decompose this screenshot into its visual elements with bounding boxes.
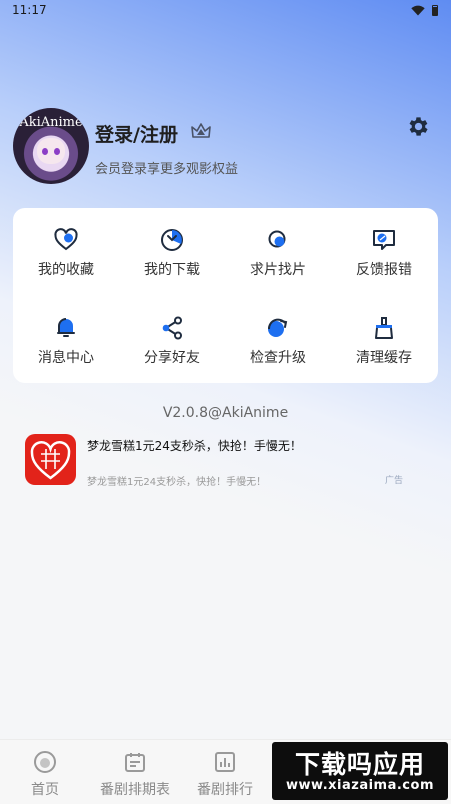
tab-label: 番剧排行 xyxy=(197,782,253,798)
search-icon xyxy=(268,230,286,248)
download-icon xyxy=(161,229,183,251)
bell-icon xyxy=(57,318,75,337)
login-register-link[interactable]: 登录/注册 xyxy=(95,120,178,147)
menu-label: 求片找片 xyxy=(250,262,306,278)
watermark-url: www.xiazaima.com xyxy=(286,778,434,793)
wifi-icon xyxy=(411,5,425,16)
menu-label: 检查升级 xyxy=(250,350,306,366)
menu-item-clear-cache[interactable]: 清理缓存 xyxy=(331,296,437,366)
menu-label: 清理缓存 xyxy=(356,350,412,366)
menu-item-messages[interactable]: 消息中心 xyxy=(13,296,119,366)
menu-item-downloads[interactable]: 我的下载 xyxy=(119,208,225,278)
tab-label: 番剧排期表 xyxy=(100,782,170,798)
upgrade-icon xyxy=(267,318,288,337)
avatar-text: AkiAnime xyxy=(19,115,83,130)
tab-ranking[interactable]: 番剧排行 xyxy=(180,740,270,804)
menu-label: 反馈报错 xyxy=(356,262,412,278)
menu-card: 我的收藏 我的下载 求片找片 反馈报错 消息中心 分享好友 检查升级 清理缓存 xyxy=(13,208,438,383)
ad-title[interactable]: 梦龙雪糕1元24支秒杀，快抢！手慢无！ xyxy=(87,437,302,454)
status-time: 11:17 xyxy=(12,3,47,17)
ranking-icon xyxy=(215,752,235,772)
menu-item-favorites[interactable]: 我的收藏 xyxy=(13,208,119,278)
tab-label: 首页 xyxy=(31,782,59,798)
menu-label: 我的收藏 xyxy=(38,262,94,278)
ad-logo[interactable] xyxy=(25,434,76,485)
gear-icon[interactable] xyxy=(406,114,431,139)
menu-item-feedback[interactable]: 反馈报错 xyxy=(331,208,437,278)
login-subtitle: 会员登录享更多观影权益 xyxy=(95,162,239,177)
tab-home[interactable]: 首页 xyxy=(0,740,90,804)
ad-banner[interactable]: 梦龙雪糕1元24支秒杀，快抢！手慢无！ 梦龙雪糕1元24支秒杀，快抢！手慢无！ … xyxy=(25,434,425,488)
crown-icon xyxy=(191,123,211,138)
menu-label: 消息中心 xyxy=(38,350,94,366)
tab-schedule[interactable]: 番剧排期表 xyxy=(90,740,180,804)
share-icon xyxy=(162,316,182,340)
menu-label: 我的下载 xyxy=(144,262,200,278)
menu-item-request[interactable]: 求片找片 xyxy=(225,208,331,278)
heart-icon xyxy=(54,228,78,251)
home-icon xyxy=(34,751,56,773)
menu-item-upgrade[interactable]: 检查升级 xyxy=(225,296,331,366)
menu-label: 分享好友 xyxy=(144,350,200,366)
battery-icon xyxy=(432,5,438,16)
broom-icon xyxy=(375,317,393,339)
feedback-icon xyxy=(373,230,395,250)
avatar[interactable]: AkiAnime xyxy=(13,108,89,184)
watermark-logo: 下载吗应用 www.xiazaima.com xyxy=(272,742,448,800)
calendar-icon xyxy=(125,753,145,772)
status-bar: 11:17 xyxy=(0,0,451,22)
version-label: V2.0.8@AkiAnime xyxy=(162,405,289,421)
ad-tag: 广告 xyxy=(385,476,404,486)
watermark-title: 下载吗应用 xyxy=(294,750,425,779)
ad-description: 梦龙雪糕1元24支秒杀，快抢！手慢无！ xyxy=(87,477,267,488)
menu-item-share[interactable]: 分享好友 xyxy=(119,296,225,366)
